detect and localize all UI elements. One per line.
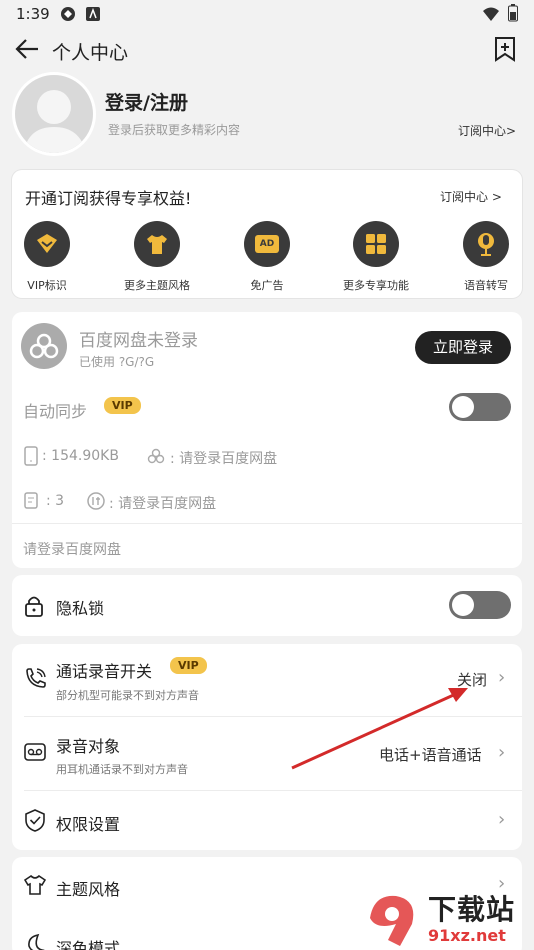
site-watermark: 下载站 91xz.net <box>362 888 534 950</box>
annotation-arrow <box>291 688 468 770</box>
watermark-domain: 91xz.net <box>428 926 506 945</box>
watermark-brand: 下载站 <box>428 893 516 926</box>
watermark-logo-icon <box>370 895 414 946</box>
